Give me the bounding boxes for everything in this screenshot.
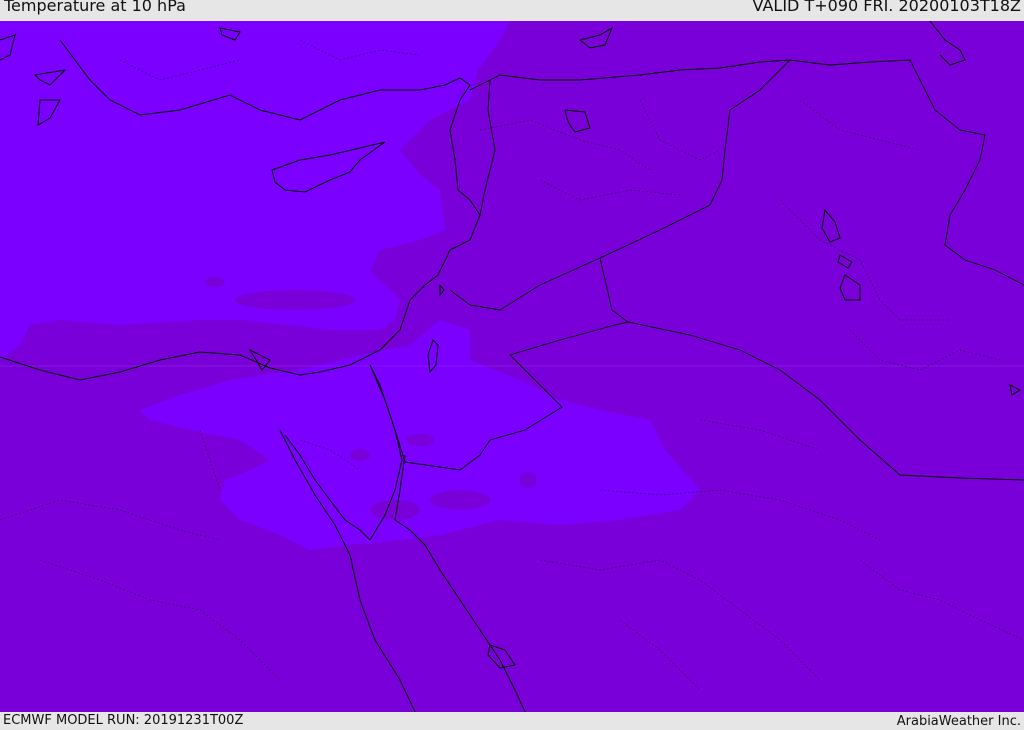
model-run: ECMWF MODEL RUN: 20191231T00Z bbox=[3, 713, 244, 728]
header-bar: Temperature at 10 hPa VALID T+090 FRI. 2… bbox=[0, 0, 1024, 21]
map-canvas[interactable] bbox=[0, 21, 1024, 712]
valid-time: VALID T+090 FRI. 20200103T18Z bbox=[752, 0, 1021, 15]
footer-bar: ECMWF MODEL RUN: 20191231T00Z ArabiaWeat… bbox=[0, 712, 1024, 729]
weather-map[interactable] bbox=[0, 21, 1024, 712]
brand-label: ArabiaWeather Inc. bbox=[896, 714, 1021, 729]
map-title: Temperature at 10 hPa bbox=[4, 0, 186, 15]
